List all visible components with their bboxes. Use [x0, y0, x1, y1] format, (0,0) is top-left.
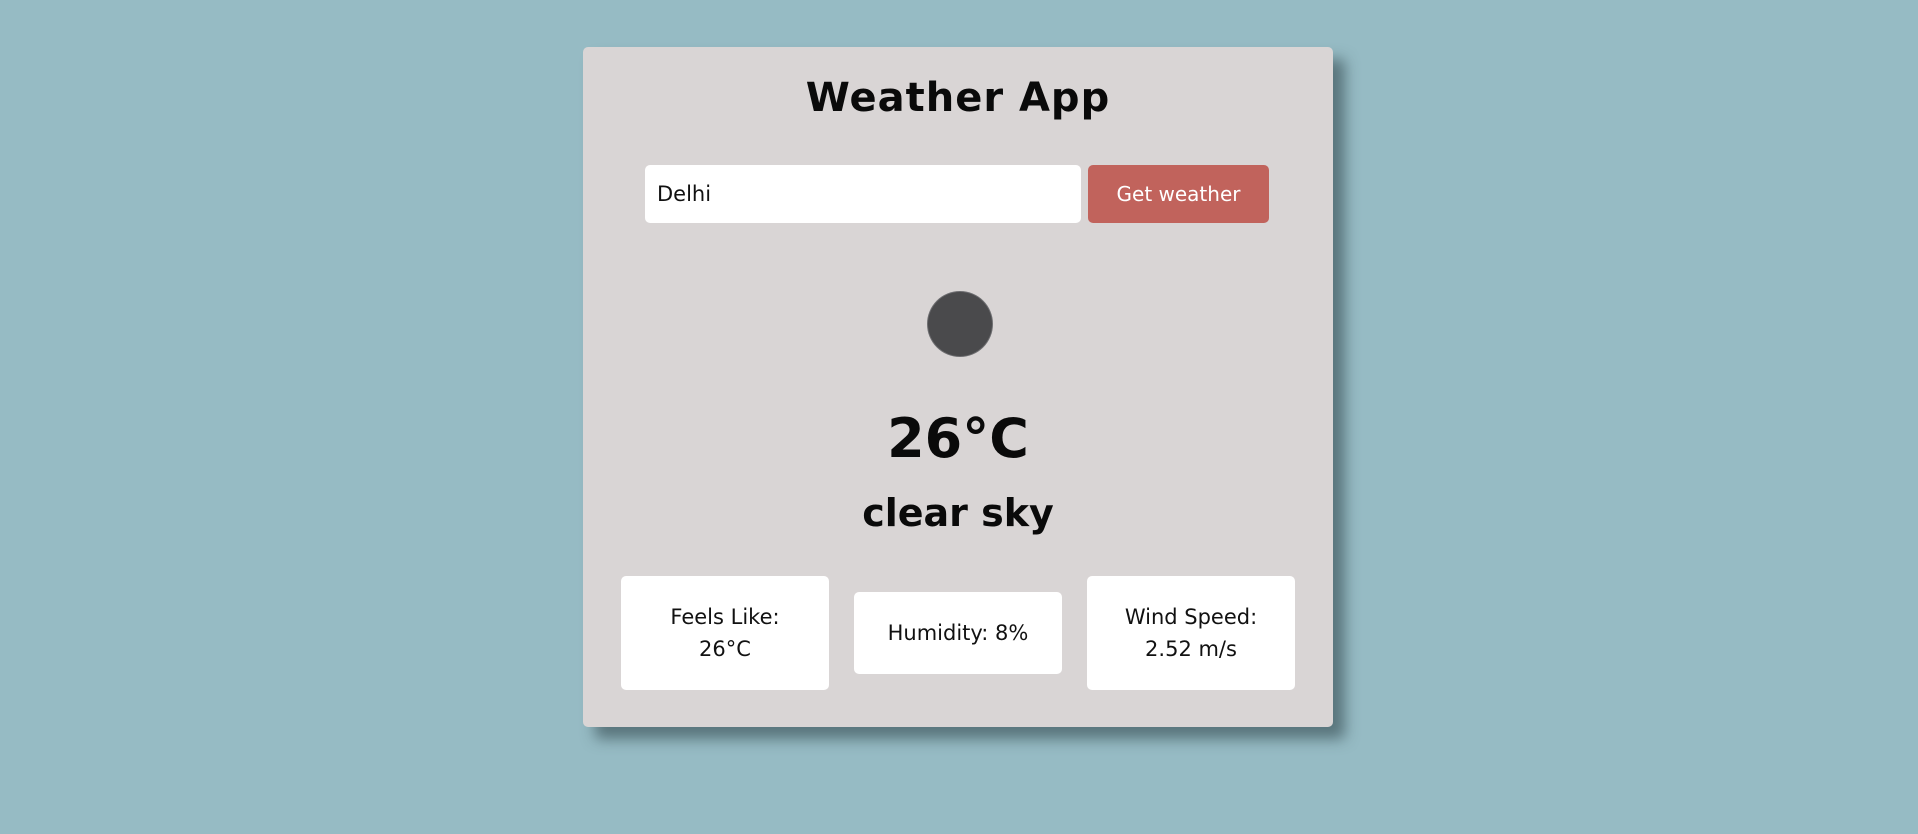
city-input[interactable] — [645, 165, 1081, 223]
weather-description: clear sky — [862, 491, 1054, 535]
feels-like-label: Feels Like: — [670, 605, 780, 629]
search-row: Get weather — [645, 165, 1271, 223]
feels-like-value: 26°C — [699, 637, 751, 661]
wind-speed-card: Wind Speed: 2.52 m/s — [1087, 576, 1295, 690]
humidity-card: Humidity: 8% — [854, 592, 1062, 674]
wind-speed-value: 2.52 m/s — [1145, 637, 1237, 661]
weather-condition-icon — [928, 292, 992, 356]
weather-card: Weather App Get weather 26°C clear sky F… — [583, 47, 1333, 727]
get-weather-button[interactable]: Get weather — [1088, 165, 1269, 223]
temperature: 26°C — [887, 407, 1029, 470]
wind-speed-label: Wind Speed: — [1124, 605, 1258, 629]
app-title: Weather App — [805, 75, 1111, 121]
humidity-text: Humidity: 8% — [887, 621, 1029, 645]
feels-like-card: Feels Like: 26°C — [621, 576, 829, 690]
